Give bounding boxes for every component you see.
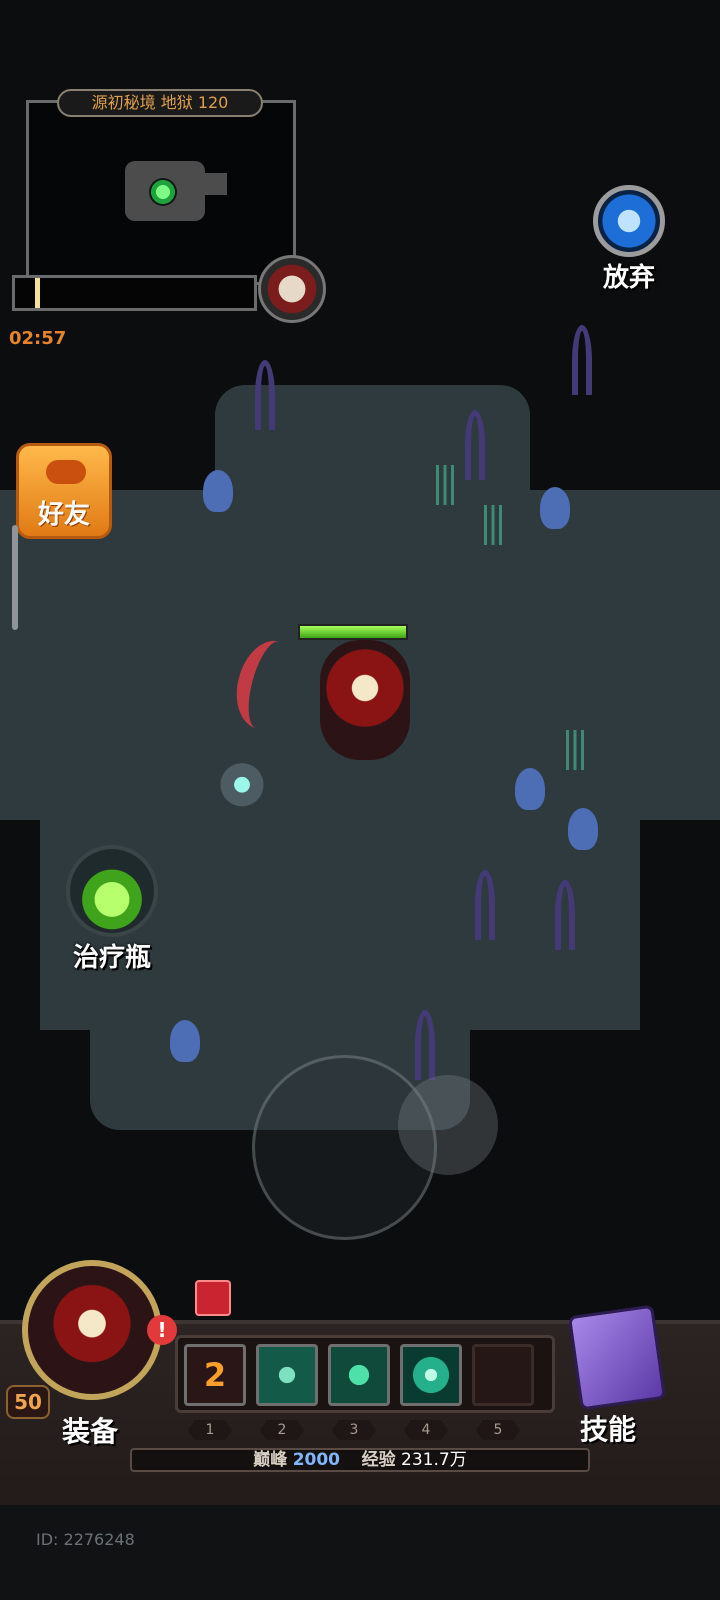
spider-pet — [212, 760, 272, 815]
grass-tuft — [430, 465, 460, 505]
blue-flower — [515, 768, 545, 810]
boss-skull-icon — [258, 255, 326, 323]
dungeon-progress-bar — [12, 275, 257, 311]
grass-tuft — [560, 730, 590, 770]
equip-label: 装备 — [62, 1415, 119, 1448]
dungeon-timer: 02:57 — [9, 328, 67, 349]
spellbook-icon — [567, 1304, 667, 1411]
abandon-label: 放弃 — [602, 263, 655, 293]
empty-skill-slot[interactable] — [472, 1344, 534, 1406]
bottom-decoration — [0, 1505, 720, 1600]
slot-number: 4 — [404, 1420, 448, 1440]
hero-level-badge: 50 — [6, 1385, 50, 1419]
ability-charge-icon[interactable]: 2 — [184, 1344, 246, 1406]
healing-potion-button[interactable]: 治疗瓶 — [62, 845, 162, 973]
player-id: ID: 2276248 — [36, 1530, 135, 1549]
skills-button[interactable]: 技能 — [560, 1300, 680, 1450]
abandon-button[interactable]: 放弃 — [590, 185, 668, 293]
dungeon-floor — [610, 490, 720, 820]
progress-fill — [35, 278, 40, 308]
blue-flower — [203, 470, 233, 512]
side-scroll-handle[interactable] — [12, 525, 18, 630]
fern-plant — [465, 410, 485, 480]
potion-label: 治疗瓶 — [72, 943, 151, 973]
fern-plant — [475, 870, 495, 940]
slash-skill-icon[interactable] — [256, 1344, 318, 1406]
slot-number: 1 — [188, 1420, 232, 1440]
player-hp-bar — [298, 624, 408, 640]
fern-plant — [555, 880, 575, 950]
portal-icon — [593, 185, 665, 257]
wind-skill-icon[interactable] — [328, 1344, 390, 1406]
character-sprite — [320, 640, 410, 760]
experience-bar: 巅峰 2000 经验 231.7万 — [130, 1448, 590, 1472]
slot-number: 2 — [260, 1420, 304, 1440]
fern-plant — [415, 1010, 435, 1080]
slot-number: 3 — [332, 1420, 376, 1440]
buff-icon[interactable] — [195, 1280, 231, 1316]
blue-flower — [170, 1020, 200, 1062]
exp-value: 231.7万 — [401, 1450, 467, 1470]
friends-label: 好友 — [37, 500, 90, 530]
vortex-skill-icon[interactable] — [400, 1344, 462, 1406]
fern-plant — [572, 325, 592, 395]
peak-value: 2000 — [292, 1450, 341, 1470]
exp-label: 经验 — [361, 1450, 396, 1470]
skill-label: 技能 — [580, 1413, 637, 1446]
alert-badge: ! — [147, 1315, 177, 1345]
slot-number: 5 — [476, 1420, 520, 1440]
minimap-room — [199, 173, 227, 195]
potion-icon — [66, 845, 158, 937]
game-scene: 源初秘境 地狱 120 02:57 放弃 好友 治疗瓶 ! 50 装备 2 1 … — [0, 0, 720, 1600]
fern-plant — [255, 360, 275, 430]
ability-charge-count: 2 — [203, 1356, 227, 1394]
hero-avatar — [22, 1260, 162, 1400]
hp-fill — [300, 626, 406, 638]
cloud-icon — [46, 460, 86, 484]
grass-tuft — [478, 505, 508, 545]
player-location-icon — [149, 178, 177, 206]
blue-flower — [568, 808, 598, 850]
blue-flower — [540, 487, 570, 529]
peak-label: 巅峰 — [253, 1450, 288, 1470]
friends-button[interactable]: 好友 — [16, 443, 112, 539]
joystick-knob[interactable] — [398, 1075, 498, 1175]
skill-bar: 2 — [175, 1335, 555, 1413]
dungeon-title: 源初秘境 地狱 120 — [57, 89, 263, 117]
minimap[interactable]: 源初秘境 地狱 120 — [26, 89, 296, 285]
